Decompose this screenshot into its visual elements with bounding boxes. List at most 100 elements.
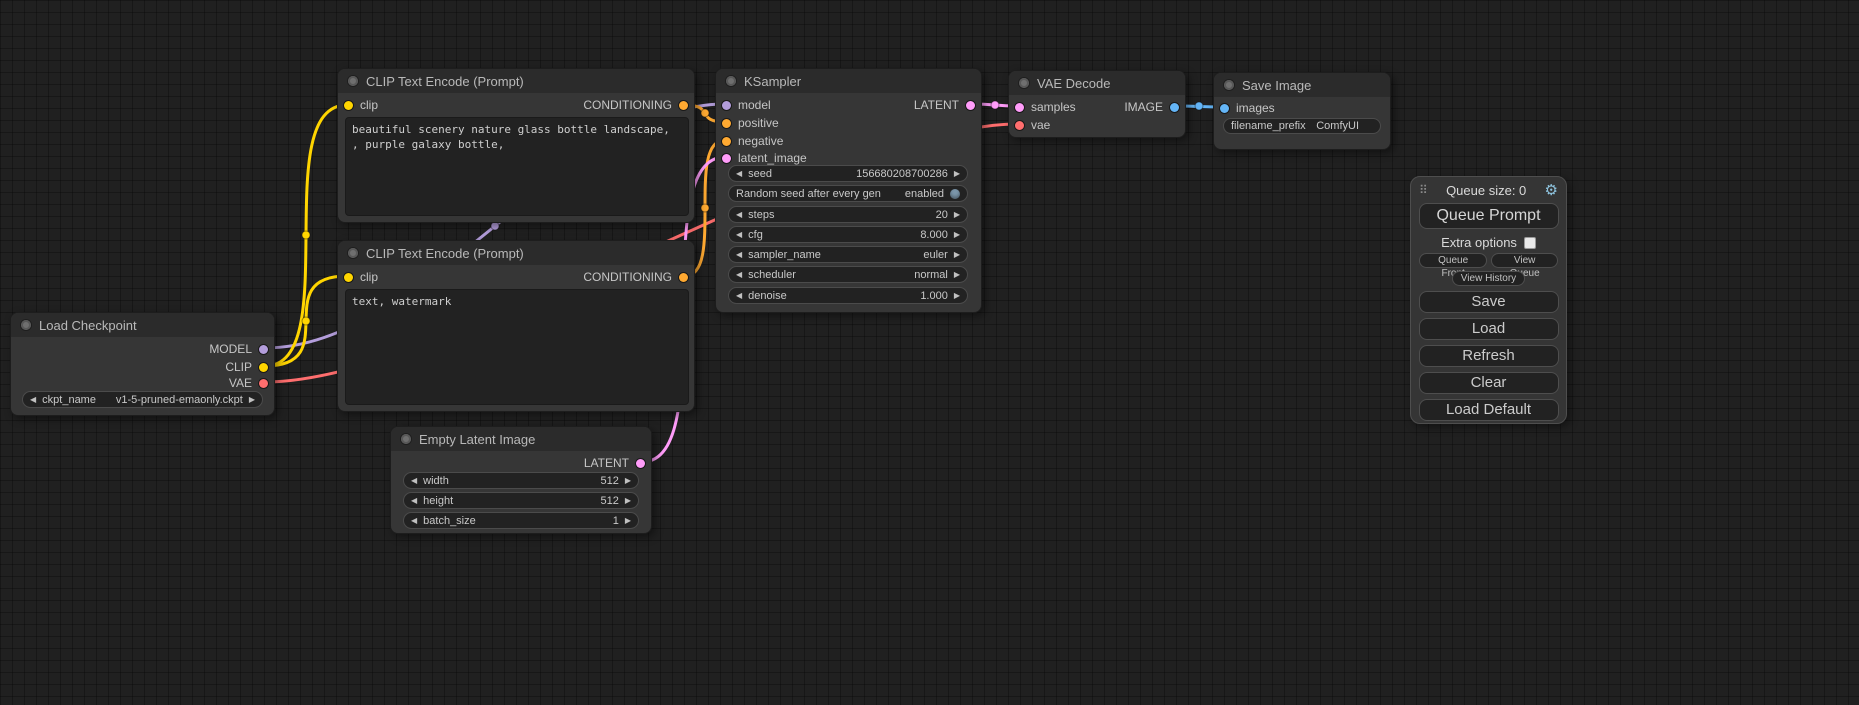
input-label: latent_image [738, 151, 807, 165]
widget-label: cfg [748, 229, 763, 241]
decrement-arrow-icon[interactable]: ◀ [736, 271, 742, 279]
decrement-arrow-icon[interactable]: ◀ [411, 497, 417, 505]
view-history-button[interactable]: View History [1452, 271, 1525, 286]
decrement-arrow-icon[interactable]: ◀ [736, 211, 742, 219]
node-clip-text-encode-negative[interactable]: CLIP Text Encode (Prompt) clip CONDITION… [337, 240, 695, 412]
widget-batch-size[interactable]: ◀ batch_size 1 ▶ [403, 512, 639, 529]
widget-scheduler[interactable]: ◀ scheduler normal ▶ [728, 266, 968, 283]
decrement-arrow-icon[interactable]: ◀ [736, 251, 742, 259]
increment-arrow-icon[interactable]: ▶ [249, 396, 255, 404]
latent-slot-dot[interactable] [636, 459, 645, 468]
latent-slot-dot[interactable] [1015, 103, 1024, 112]
decrement-arrow-icon[interactable]: ◀ [411, 517, 417, 525]
widget-denoise[interactable]: ◀ denoise 1.000 ▶ [728, 287, 968, 304]
latent-slot-dot[interactable] [966, 101, 975, 110]
conditioning-slot-dot[interactable] [679, 273, 688, 282]
collapse-dot[interactable] [348, 76, 358, 86]
node-titlebar[interactable]: Save Image [1214, 73, 1390, 97]
node-titlebar[interactable]: CLIP Text Encode (Prompt) [338, 241, 694, 265]
node-ksampler[interactable]: KSampler model LATENT positive negative [715, 68, 982, 313]
collapse-dot[interactable] [401, 434, 411, 444]
random-seed-toggle-knob[interactable] [950, 189, 960, 199]
widget-random-seed[interactable]: Random seed after every gen enabled [728, 185, 968, 202]
increment-arrow-icon[interactable]: ▶ [954, 231, 960, 239]
increment-arrow-icon[interactable]: ▶ [954, 211, 960, 219]
widget-label: sampler_name [748, 249, 821, 261]
clip-slot-dot[interactable] [259, 363, 268, 372]
node-titlebar[interactable]: Load Checkpoint [11, 313, 274, 337]
positive-prompt-textarea[interactable]: beautiful scenery nature glass bottle la… [345, 117, 689, 216]
conditioning-slot-dot[interactable] [722, 119, 731, 128]
collapse-dot[interactable] [21, 320, 31, 330]
refresh-button[interactable]: Refresh [1419, 345, 1559, 367]
image-slot-dot[interactable] [1170, 103, 1179, 112]
extra-options-checkbox[interactable] [1524, 237, 1536, 249]
vae-slot-dot[interactable] [259, 379, 268, 388]
load-default-button[interactable]: Load Default [1419, 399, 1559, 421]
negative-prompt-textarea[interactable]: text, watermark [345, 289, 689, 405]
increment-arrow-icon[interactable]: ▶ [954, 251, 960, 259]
widget-value: 8.000 [920, 229, 948, 241]
node-titlebar[interactable]: Empty Latent Image [391, 427, 651, 451]
view-queue-button[interactable]: View Queue [1491, 253, 1558, 268]
widget-cfg[interactable]: ◀ cfg 8.000 ▶ [728, 226, 968, 243]
node-clip-text-encode-positive[interactable]: CLIP Text Encode (Prompt) clip CONDITION… [337, 68, 695, 223]
node-empty-latent-image[interactable]: Empty Latent Image LATENT ◀ width 512 ▶ … [390, 426, 652, 534]
input-label: model [738, 98, 771, 112]
decrement-arrow-icon[interactable]: ◀ [736, 170, 742, 178]
collapse-dot[interactable] [1224, 80, 1234, 90]
output-label: MODEL [209, 342, 252, 356]
conditioning-slot-dot[interactable] [679, 101, 688, 110]
increment-arrow-icon[interactable]: ▶ [954, 292, 960, 300]
decrement-arrow-icon[interactable]: ◀ [411, 477, 417, 485]
node-titlebar[interactable]: CLIP Text Encode (Prompt) [338, 69, 694, 93]
decrement-arrow-icon[interactable]: ◀ [30, 396, 36, 404]
output-slot-image: IMAGE [1124, 100, 1185, 114]
increment-arrow-icon[interactable]: ▶ [625, 477, 631, 485]
clip-slot-dot[interactable] [344, 101, 353, 110]
settings-gear-icon[interactable]: ⚙ [1545, 181, 1558, 199]
model-slot-dot[interactable] [259, 345, 268, 354]
increment-arrow-icon[interactable]: ▶ [954, 271, 960, 279]
decrement-arrow-icon[interactable]: ◀ [736, 231, 742, 239]
drag-handle-icon[interactable]: ⠿ [1419, 183, 1428, 197]
widget-sampler-name[interactable]: ◀ sampler_name euler ▶ [728, 246, 968, 263]
clip-slot-dot[interactable] [344, 273, 353, 282]
widget-steps[interactable]: ◀ steps 20 ▶ [728, 206, 968, 223]
latent-slot-dot[interactable] [722, 154, 731, 163]
input-slot-samples: samples [1009, 100, 1076, 114]
conditioning-slot-dot[interactable] [722, 137, 731, 146]
load-button[interactable]: Load [1419, 318, 1559, 340]
vae-slot-dot[interactable] [1015, 121, 1024, 130]
node-titlebar[interactable]: KSampler [716, 69, 981, 93]
decrement-arrow-icon[interactable]: ◀ [736, 292, 742, 300]
widget-value: 1.000 [920, 290, 948, 302]
widget-height[interactable]: ◀ height 512 ▶ [403, 492, 639, 509]
collapse-dot[interactable] [726, 76, 736, 86]
widget-value: 512 [600, 475, 618, 487]
save-button[interactable]: Save [1419, 291, 1559, 313]
increment-arrow-icon[interactable]: ▶ [625, 497, 631, 505]
node-titlebar[interactable]: VAE Decode [1009, 71, 1185, 95]
widget-label: steps [748, 209, 774, 221]
clear-button[interactable]: Clear [1419, 372, 1559, 394]
node-vae-decode[interactable]: VAE Decode samples IMAGE vae [1008, 70, 1186, 138]
collapse-dot[interactable] [348, 248, 358, 258]
graph-canvas[interactable]: Load Checkpoint MODEL CLIP VAE ◀ ckpt_na… [0, 0, 1859, 705]
model-slot-dot[interactable] [722, 101, 731, 110]
increment-arrow-icon[interactable]: ▶ [954, 170, 960, 178]
widget-width[interactable]: ◀ width 512 ▶ [403, 472, 639, 489]
widget-value: 156680208700286 [856, 168, 948, 180]
history-row: View History [1452, 271, 1525, 286]
queue-front-button[interactable]: Queue Front [1419, 253, 1487, 268]
node-save-image[interactable]: Save Image images filename_prefix ComfyU… [1213, 72, 1391, 150]
widget-ckpt-name[interactable]: ◀ ckpt_name v1-5-pruned-emaonly.ckpt ▶ [22, 391, 263, 408]
queue-prompt-button[interactable]: Queue Prompt [1419, 203, 1559, 229]
increment-arrow-icon[interactable]: ▶ [625, 517, 631, 525]
widget-seed[interactable]: ◀ seed 156680208700286 ▶ [728, 165, 968, 182]
image-slot-dot[interactable] [1220, 104, 1229, 113]
wire-midpoint-dot [991, 101, 999, 109]
collapse-dot[interactable] [1019, 78, 1029, 88]
node-load-checkpoint[interactable]: Load Checkpoint MODEL CLIP VAE ◀ ckpt_na… [10, 312, 275, 416]
widget-filename-prefix[interactable]: filename_prefix ComfyUI [1223, 118, 1381, 134]
